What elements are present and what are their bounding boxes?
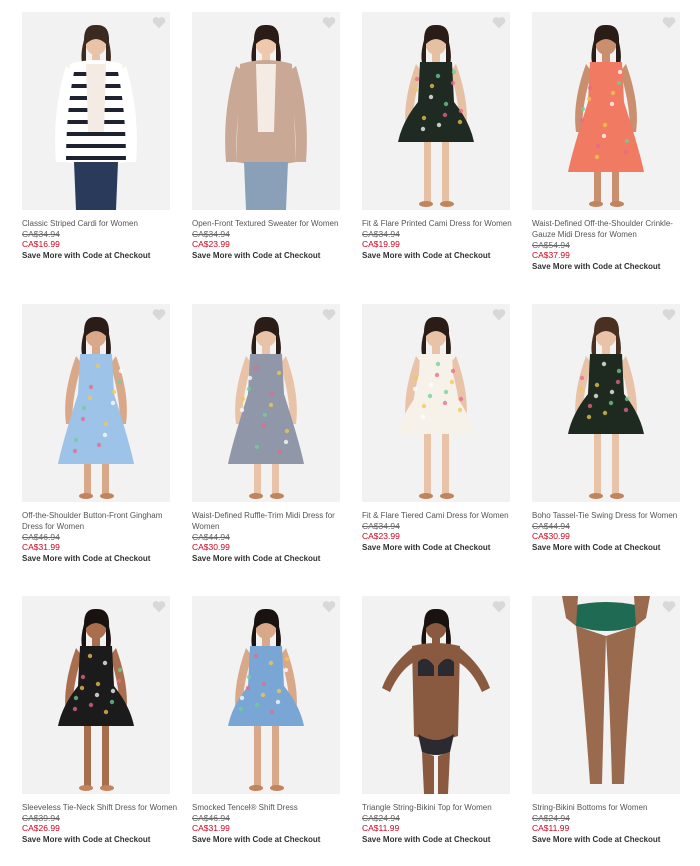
product-card[interactable]: Open-Front Textured Sweater for Women CA$… (192, 12, 350, 261)
promo-message: Save More with Code at Checkout (192, 251, 321, 260)
product-card[interactable]: Triangle String-Bikini Top for Women CA$2… (362, 596, 520, 845)
product-image[interactable] (362, 304, 510, 502)
heart-icon[interactable] (492, 308, 506, 322)
product-card[interactable]: Fit & Flare Printed Cami Dress for Women… (362, 12, 520, 261)
dress-model-image (568, 24, 644, 207)
sale-price: CA$30.99 (192, 542, 230, 552)
sale-price: CA$11.99 (532, 823, 570, 833)
product-name[interactable]: Sleeveless Tie-Neck Shift Dress for Wome… (22, 802, 180, 813)
original-price: CA$44.94 (192, 532, 230, 542)
sale-price: CA$31.99 (22, 542, 60, 552)
original-price: CA$54.94 (532, 240, 570, 250)
product-grid: Classic Striped Cardi for Women CA$34.94 C… (0, 0, 700, 866)
original-price: CA$24.94 (532, 813, 570, 823)
product-name[interactable]: Off-the-Shoulder Button-Front Gingham Dr… (22, 510, 180, 532)
original-price: CA$24.94 (362, 813, 400, 823)
heart-icon[interactable] (662, 16, 676, 30)
dress-model-image (58, 608, 134, 791)
product-card[interactable]: Waist-Defined Ruffle-Trim Midi Dress for… (192, 304, 350, 564)
promo-message: Save More with Code at Checkout (192, 554, 321, 563)
product-card[interactable]: Smocked Tencel® Shift Dress CA$46.94 CA$31… (192, 596, 350, 845)
promo-message: Save More with Code at Checkout (22, 835, 151, 844)
product-image[interactable] (532, 596, 680, 794)
product-card[interactable]: Sleeveless Tie-Neck Shift Dress for Wome… (22, 596, 180, 845)
heart-icon[interactable] (492, 16, 506, 30)
promo-message: Save More with Code at Checkout (22, 554, 151, 563)
bikini-top-model-image (382, 608, 490, 794)
cardigan-model-image (55, 24, 137, 210)
dress-model-image (228, 608, 304, 791)
product-card[interactable]: Off-the-Shoulder Button-Front Gingham Dr… (22, 304, 180, 564)
product-name[interactable]: Boho Tassel-Tie Swing Dress for Women (532, 510, 690, 521)
sale-price: CA$23.99 (362, 531, 400, 541)
product-name[interactable]: String-Bikini Bottoms for Women (532, 802, 690, 813)
product-name[interactable]: Waist-Defined Ruffle-Trim Midi Dress for… (192, 510, 350, 532)
product-name[interactable]: Classic Striped Cardi for Women (22, 218, 180, 229)
heart-icon[interactable] (322, 600, 336, 614)
product-name[interactable]: Smocked Tencel® Shift Dress (192, 802, 350, 813)
product-name[interactable]: Fit & Flare Tiered Cami Dress for Women (362, 510, 520, 521)
product-image[interactable] (192, 304, 340, 502)
promo-message: Save More with Code at Checkout (532, 835, 661, 844)
sale-price: CA$16.99 (22, 239, 60, 249)
product-name[interactable]: Open-Front Textured Sweater for Women (192, 218, 350, 229)
heart-icon[interactable] (322, 16, 336, 30)
product-name[interactable]: Triangle String-Bikini Top for Women (362, 802, 520, 813)
dress-model-image (568, 316, 644, 499)
heart-icon[interactable] (662, 308, 676, 322)
product-name[interactable]: Fit & Flare Printed Cami Dress for Women (362, 218, 520, 229)
sale-price: CA$26.99 (22, 823, 60, 833)
original-price: CA$34.94 (362, 521, 400, 531)
sale-price: CA$23.99 (192, 239, 230, 249)
dress-model-image (398, 316, 474, 499)
product-image[interactable] (192, 596, 340, 794)
original-price: CA$34.94 (22, 229, 60, 239)
heart-icon[interactable] (662, 600, 676, 614)
product-image[interactable] (362, 12, 510, 210)
product-card[interactable]: Fit & Flare Tiered Cami Dress for Women C… (362, 304, 520, 553)
sale-price: CA$11.99 (362, 823, 400, 833)
original-price: CA$39.94 (22, 813, 60, 823)
sale-price: CA$31.99 (192, 823, 230, 833)
original-price: CA$46.94 (22, 532, 60, 542)
product-image[interactable] (22, 12, 170, 210)
sweater-model-image (225, 24, 307, 210)
product-card[interactable]: String-Bikini Bottoms for Women CA$24.94 C… (532, 596, 690, 845)
product-name[interactable]: Waist-Defined Off-the-Shoulder Crinkle-G… (532, 218, 690, 240)
product-image[interactable] (192, 12, 340, 210)
promo-message: Save More with Code at Checkout (192, 835, 321, 844)
sale-price: CA$37.99 (532, 250, 570, 260)
product-image[interactable] (532, 304, 680, 502)
promo-message: Save More with Code at Checkout (22, 251, 151, 260)
product-card[interactable]: Classic Striped Cardi for Women CA$34.94 C… (22, 12, 180, 261)
sale-price: CA$30.99 (532, 531, 570, 541)
promo-message: Save More with Code at Checkout (362, 543, 491, 552)
heart-icon[interactable] (152, 308, 166, 322)
dress-model-image (398, 24, 474, 207)
product-image[interactable] (22, 596, 170, 794)
bikini-bottoms-model-image (562, 596, 650, 784)
product-image[interactable] (362, 596, 510, 794)
dress-model-image (58, 316, 134, 499)
product-card[interactable]: Waist-Defined Off-the-Shoulder Crinkle-G… (532, 12, 690, 272)
heart-icon[interactable] (152, 16, 166, 30)
promo-message: Save More with Code at Checkout (532, 543, 661, 552)
promo-message: Save More with Code at Checkout (362, 835, 491, 844)
product-image[interactable] (532, 12, 680, 210)
sale-price: CA$19.99 (362, 239, 400, 249)
original-price: CA$34.94 (192, 229, 230, 239)
dress-model-image (228, 316, 304, 499)
heart-icon[interactable] (492, 600, 506, 614)
promo-message: Save More with Code at Checkout (362, 251, 491, 260)
product-card[interactable]: Boho Tassel-Tie Swing Dress for Women CA$… (532, 304, 690, 553)
original-price: CA$46.94 (192, 813, 230, 823)
promo-message: Save More with Code at Checkout (532, 262, 661, 271)
product-image[interactable] (22, 304, 170, 502)
original-price: CA$44.94 (532, 521, 570, 531)
original-price: CA$34.94 (362, 229, 400, 239)
heart-icon[interactable] (322, 308, 336, 322)
heart-icon[interactable] (152, 600, 166, 614)
